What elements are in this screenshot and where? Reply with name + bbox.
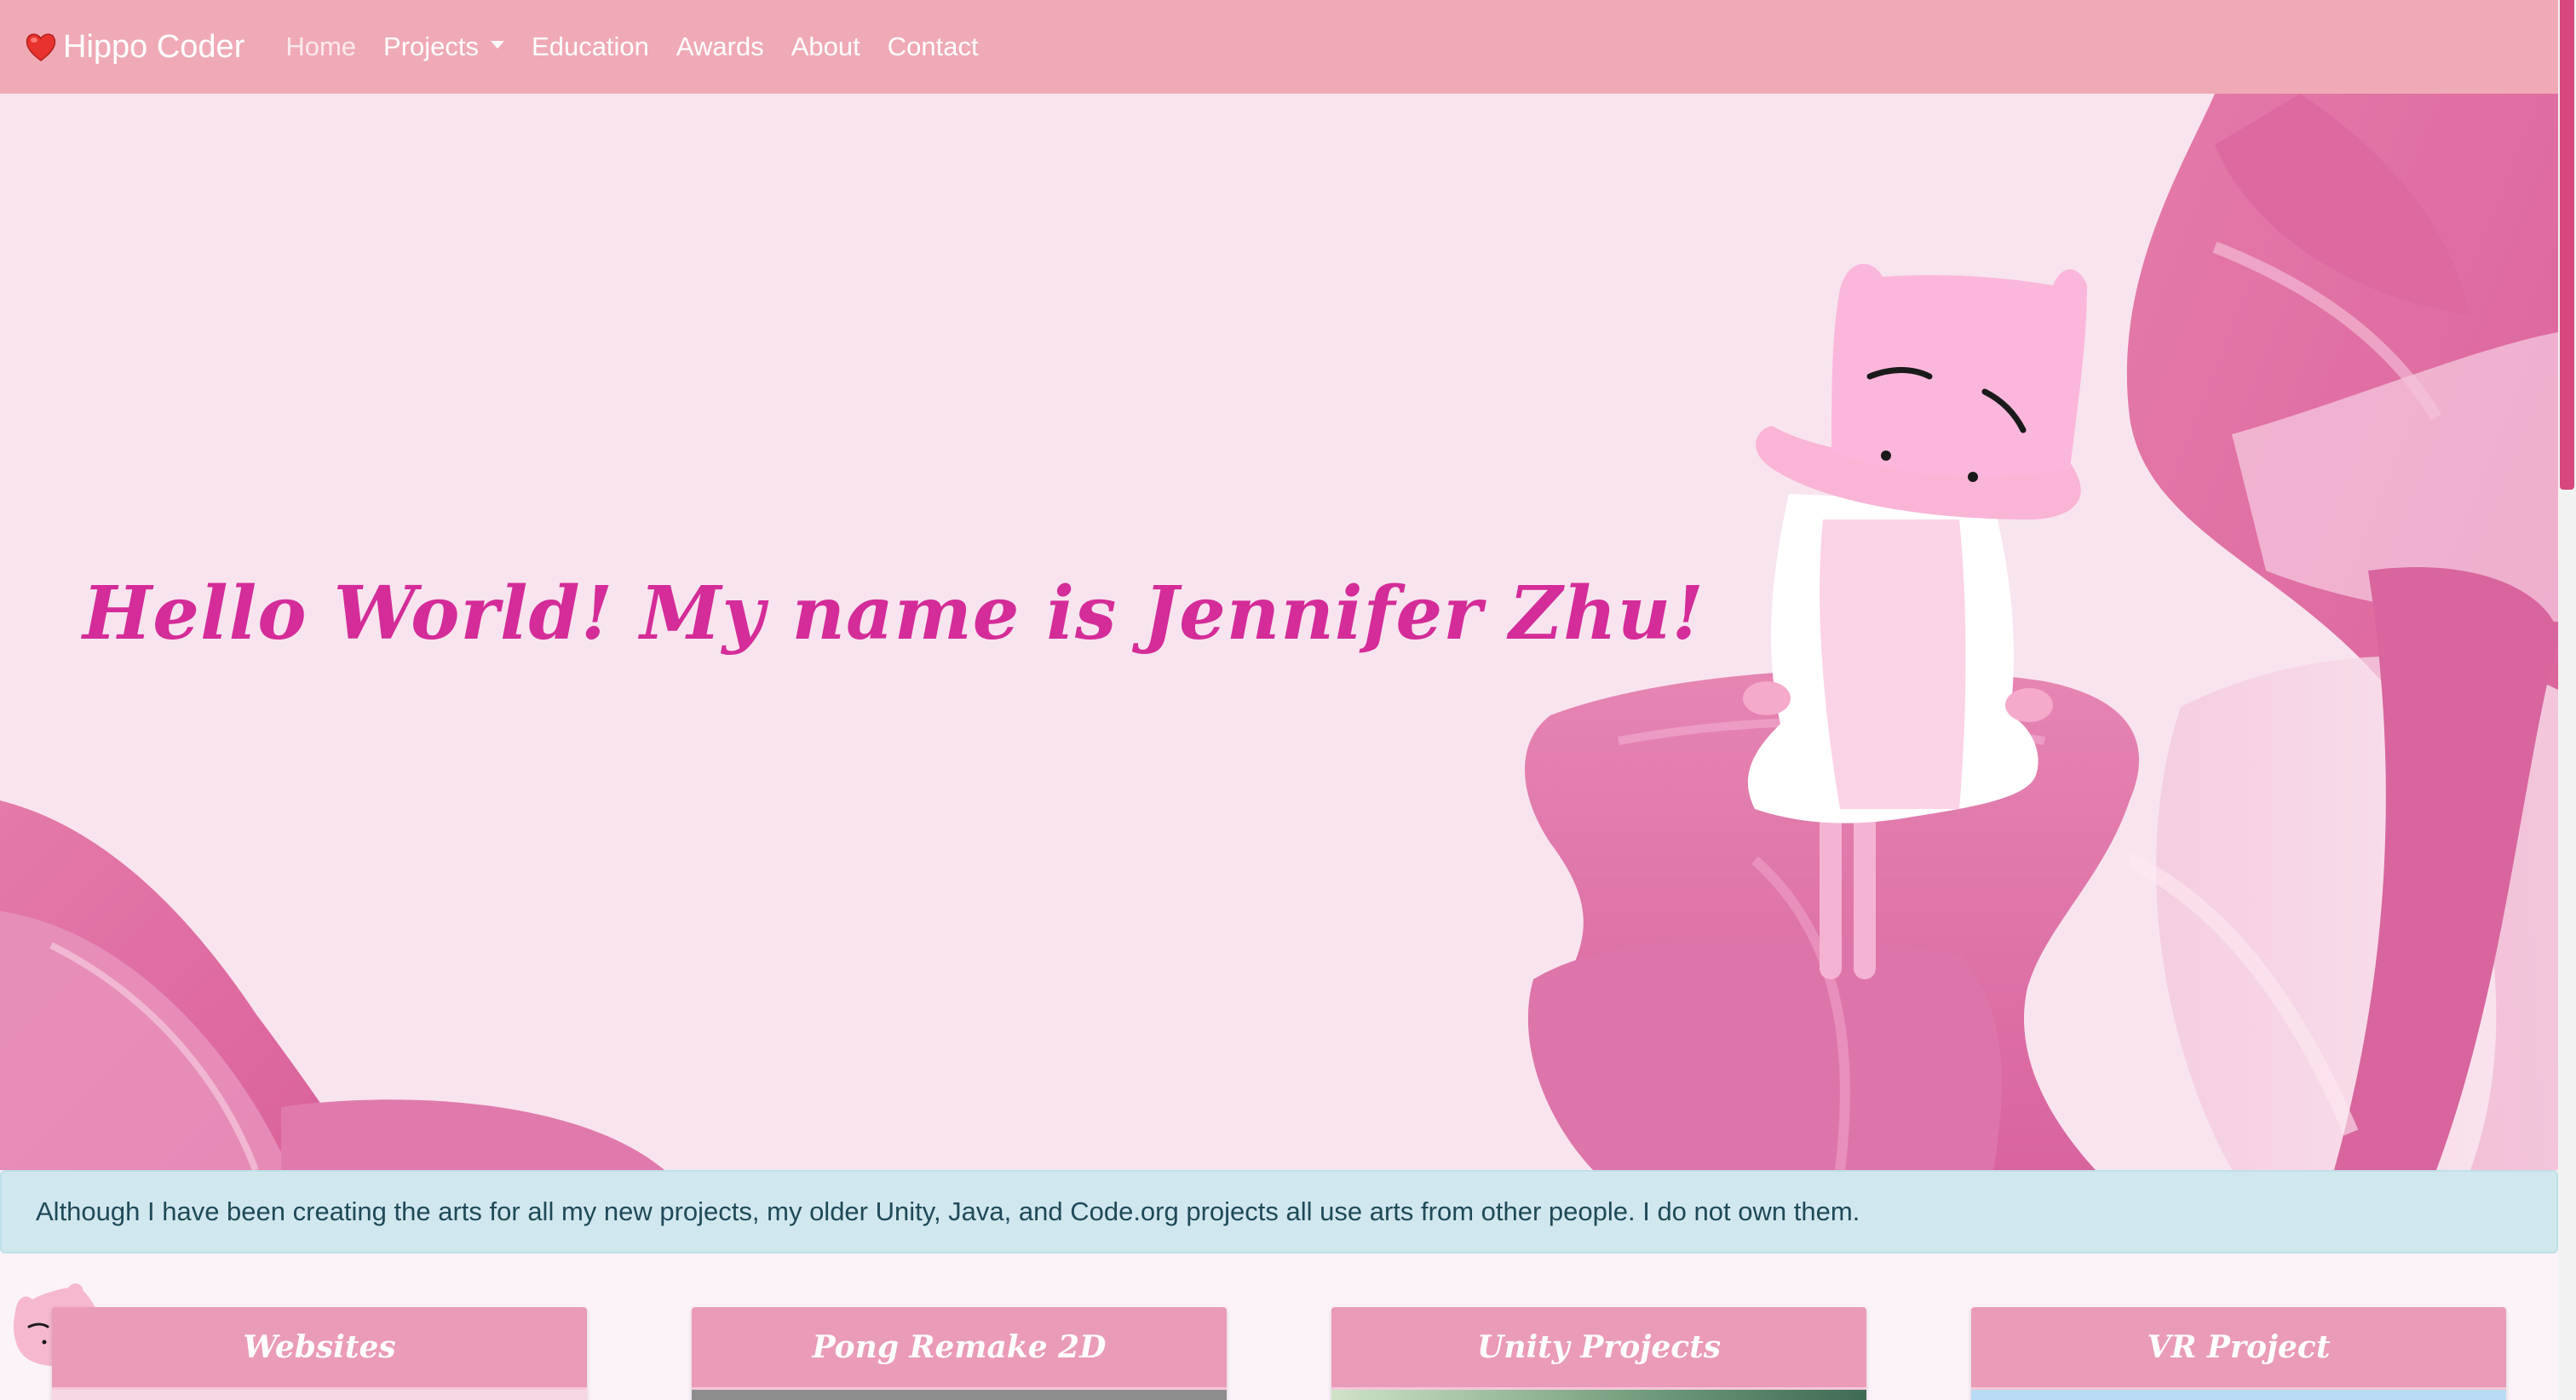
- card-title: Unity Projects: [1331, 1307, 1866, 1390]
- nav-education[interactable]: Education: [532, 32, 649, 62]
- project-card-websites[interactable]: Websites: [52, 1307, 587, 1400]
- project-card-vr[interactable]: VR Project: [1971, 1307, 2506, 1400]
- nav-awards[interactable]: Awards: [676, 32, 764, 62]
- nav-home[interactable]: Home: [285, 32, 356, 62]
- nav-about[interactable]: About: [791, 32, 860, 62]
- project-card-unity[interactable]: Unity Projects: [1331, 1307, 1866, 1400]
- alert-text: Although I have been creating the arts f…: [36, 1196, 1860, 1226]
- hero-banner: Hello World! My name is Jennifer Zhu!: [0, 94, 2558, 1170]
- card-image: [52, 1390, 587, 1400]
- brand-link[interactable]: Hippo Coder: [24, 29, 244, 66]
- card-image: [1331, 1390, 1866, 1400]
- chevron-down-icon: [491, 40, 505, 49]
- scrollbar-track[interactable]: [2558, 0, 2576, 1400]
- card-image: [1971, 1390, 2506, 1400]
- card-title: Pong Remake 2D: [692, 1307, 1227, 1390]
- card-title: Websites: [52, 1307, 587, 1390]
- navbar: Hippo Coder Home Projects Education Awar…: [0, 0, 2558, 94]
- card-title: VR Project: [1971, 1307, 2506, 1390]
- project-card-pong[interactable]: Pong Remake 2D: [692, 1307, 1227, 1400]
- nav-projects-label: Projects: [383, 32, 480, 61]
- scrollbar-thumb[interactable]: [2560, 0, 2574, 490]
- info-alert: Although I have been creating the arts f…: [0, 1170, 2558, 1254]
- hero-title: Hello World! My name is Jennifer Zhu!: [83, 571, 1705, 657]
- heart-icon: [24, 30, 58, 64]
- nav-projects-dropdown[interactable]: Projects: [383, 32, 505, 62]
- card-image: [692, 1390, 1227, 1400]
- nav-contact[interactable]: Contact: [888, 32, 979, 62]
- brand-label: Hippo Coder: [63, 28, 245, 65]
